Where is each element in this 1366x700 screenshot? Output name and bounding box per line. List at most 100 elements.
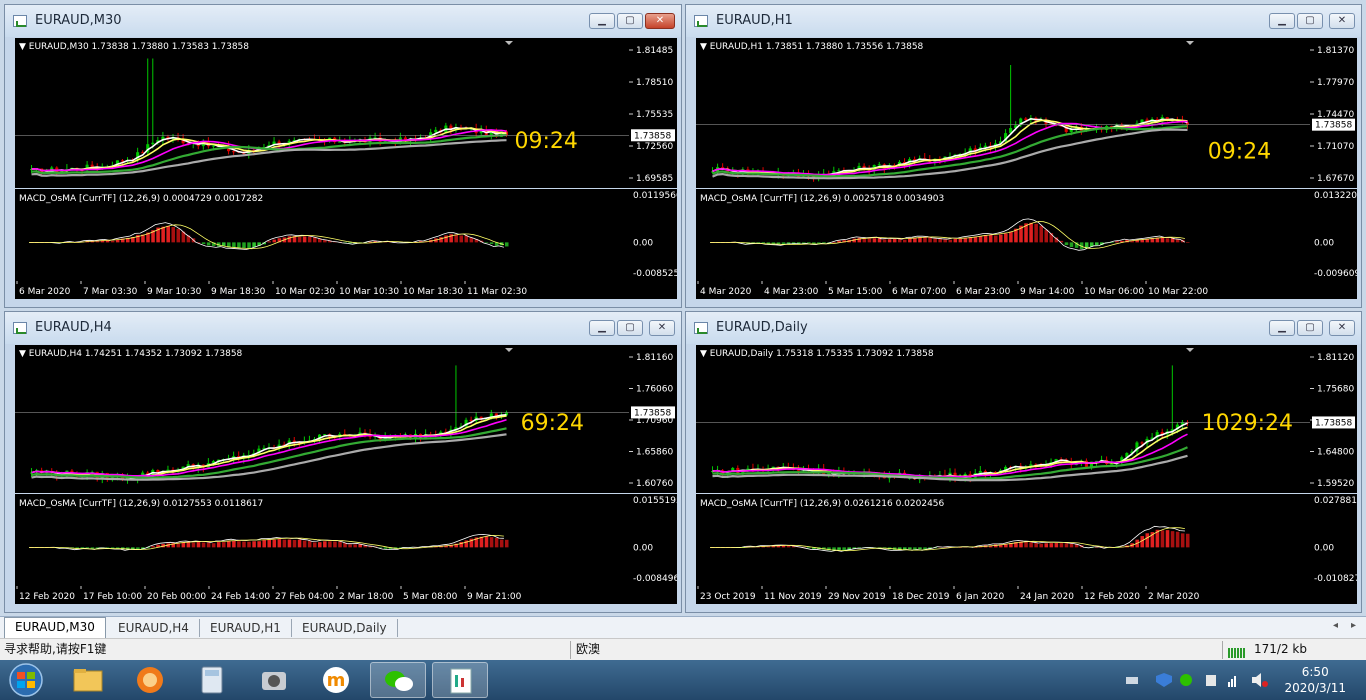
minimize-button[interactable]: ▁ xyxy=(1269,13,1295,29)
price-tick-label: 1.59520 xyxy=(1317,479,1354,489)
chart-shift-marker-icon xyxy=(505,41,513,45)
chart-window-m30[interactable]: EURAUD,M30 ▁ ▢ ✕ ▼ EURAUD,M30 1.73838 1.… xyxy=(4,4,682,308)
tab-euraud-h1[interactable]: EURAUD,H1 xyxy=(200,619,292,637)
time-tick-label: 9 Mar 21:00 xyxy=(467,592,522,602)
osma-histogram-bar xyxy=(978,235,983,243)
price-tick-label: 1.69585 xyxy=(636,174,673,184)
osma-histogram-bar xyxy=(191,542,196,548)
chart-window-h4[interactable]: EURAUD,H4 ▁ ▢ ✕ ▼ EURAUD,H4 1.74251 1.74… xyxy=(4,311,682,613)
indicator-tick-label: 0.0119566 xyxy=(633,191,677,201)
price-axis: 1.81370 1.77970 1.74470 1.71070 1.67670 1.738… xyxy=(1310,38,1357,188)
osma-histogram-bar xyxy=(262,540,266,548)
tab-euraud-m30[interactable]: EURAUD,M30 xyxy=(4,617,106,639)
time-axis: 4 Mar 2020 4 Mar 23:00 5 Mar 15:00 6 Mar 07… xyxy=(696,281,1357,299)
chart-window-daily[interactable]: EURAUD,Daily ▁ ▢ ✕ ▼ EURAUD,Daily 1.7531… xyxy=(685,311,1366,613)
osma-histogram-bar xyxy=(882,239,887,243)
osma-histogram-bar xyxy=(1185,242,1190,243)
price-tick-label: 1.77970 xyxy=(1317,78,1354,88)
osma-histogram-bar xyxy=(242,242,246,248)
osma-histogram-bar xyxy=(923,237,927,243)
minimize-button[interactable]: ▁ xyxy=(1269,320,1295,336)
tray-clock[interactable]: 6:50 2020/3/11 xyxy=(1284,664,1346,696)
time-tick-label: 18 Dec 2019 xyxy=(892,592,950,602)
minimize-button[interactable]: ▁ xyxy=(589,320,615,336)
time-tick-label: 29 Nov 2019 xyxy=(828,592,886,602)
close-button[interactable]: ✕ xyxy=(649,320,675,336)
osma-histogram-bar xyxy=(943,239,947,243)
wechat-icon[interactable] xyxy=(370,662,426,698)
candle-body xyxy=(232,151,236,153)
price-pane[interactable]: ▼ EURAUD,H4 1.74251 1.74352 1.73092 1.73… xyxy=(15,345,629,493)
osma-histogram-bar xyxy=(504,539,509,548)
osma-histogram-bar xyxy=(237,242,241,248)
time-tick-label: 10 Mar 10:30 xyxy=(339,287,399,297)
tab-euraud-daily[interactable]: EURAUD,Daily xyxy=(292,619,398,637)
osma-histogram-bar xyxy=(822,242,826,244)
time-tick-label: 9 Mar 10:30 xyxy=(147,287,202,297)
terminal-app: EURAUD,M30 ▁ ▢ ✕ ▼ EURAUD,M30 1.73838 1.… xyxy=(0,0,1366,700)
osma-histogram-bar xyxy=(181,542,186,548)
browser-icon[interactable] xyxy=(122,662,178,698)
osma-histogram-bar xyxy=(237,541,241,548)
osma-histogram-bar xyxy=(1034,543,1038,548)
file-explorer-icon[interactable] xyxy=(60,662,116,698)
osma-histogram-bar xyxy=(287,539,292,548)
osma-histogram-bar xyxy=(1095,242,1099,246)
osma-histogram-bar xyxy=(292,539,297,548)
indicator-pane[interactable]: MACD_OsMA [CurrTF] (12,26,9) 0.0025718 0… xyxy=(696,189,1310,281)
indicator-axis: 0.0119566 0.00 -0.008525 xyxy=(629,189,682,281)
price-pane[interactable]: ▼ EURAUD,Daily 1.75318 1.75335 1.73092 1… xyxy=(696,345,1310,493)
indicator-pane[interactable]: MACD_OsMA [CurrTF] (12,26,9) 0.0127553 0… xyxy=(15,494,629,586)
window-titlebar[interactable]: EURAUD,Daily ▁ ▢ ✕ xyxy=(686,312,1361,344)
indicator-pane[interactable]: MACD_OsMA [CurrTF] (12,26,9) 0.0261216 0… xyxy=(696,494,1310,586)
maximize-button[interactable]: ▢ xyxy=(1297,13,1323,29)
indicator-pane[interactable]: MACD_OsMA [CurrTF] (12,26,9) 0.0004729 0… xyxy=(15,189,629,281)
window-titlebar[interactable]: EURAUD,H4 ▁ ▢ ✕ xyxy=(5,312,681,344)
chart-shift-marker-icon xyxy=(1186,41,1194,45)
minimize-button[interactable]: ▁ xyxy=(589,13,615,29)
maximize-button[interactable]: ▢ xyxy=(1297,320,1323,336)
camera-app-icon[interactable] xyxy=(246,662,302,698)
close-button[interactable]: ✕ xyxy=(1329,320,1355,336)
close-button[interactable]: ✕ xyxy=(1329,13,1355,29)
candle-body xyxy=(837,170,841,172)
osma-histogram-bar xyxy=(908,547,912,550)
maximize-button[interactable]: ▢ xyxy=(617,320,643,336)
candle-body xyxy=(1024,118,1028,121)
indicator-axis: 0.0278811 0.00 -0.0108274 xyxy=(1310,494,1366,586)
tab-scroll-right-icon[interactable]: ▸ xyxy=(1351,620,1356,631)
price-tick-label: 1.81120 xyxy=(1317,353,1354,363)
m-app-icon[interactable]: m xyxy=(308,662,364,698)
chart-window-h1[interactable]: EURAUD,H1 ▁ ▢ ✕ ▼ EURAUD,H1 1.73851 1.73… xyxy=(685,4,1363,308)
maximize-button[interactable]: ▢ xyxy=(617,13,643,29)
price-pane[interactable]: ▼ EURAUD,H1 1.73851 1.73880 1.73556 1.73… xyxy=(696,38,1310,188)
chart-window-icon xyxy=(694,322,708,334)
price-tick-label: 1.78510 xyxy=(636,78,673,88)
osma-histogram-bar xyxy=(807,242,811,244)
calculator-icon[interactable] xyxy=(184,662,240,698)
osma-histogram-bar xyxy=(242,541,246,548)
osma-histogram-bar xyxy=(963,237,968,243)
osma-histogram-bar xyxy=(318,542,322,548)
osma-histogram-bar xyxy=(1165,238,1170,243)
osma-histogram-bar xyxy=(136,547,140,550)
start-button[interactable] xyxy=(2,661,50,699)
osma-histogram-bar xyxy=(1069,242,1074,247)
osma-histogram-bar xyxy=(227,541,231,548)
tab-scroll-left-icon[interactable]: ◂ xyxy=(1333,620,1338,631)
window-titlebar[interactable]: EURAUD,M30 ▁ ▢ ✕ xyxy=(5,5,681,37)
window-title: EURAUD,H1 xyxy=(716,13,793,28)
osma-histogram-bar xyxy=(333,541,337,548)
osma-histogram-bar xyxy=(1009,231,1013,243)
osma-histogram-bar xyxy=(151,546,155,548)
time-axis: 12 Feb 2020 17 Feb 10:00 20 Feb 00:00 24 Fe… xyxy=(15,586,677,604)
indicator-axis: 0.0132201 0.00 -0.009609 xyxy=(1310,189,1363,281)
price-pane[interactable]: ▼ EURAUD,M30 1.73838 1.73880 1.73583 1.7… xyxy=(15,38,629,188)
window-titlebar[interactable]: EURAUD,H1 ▁ ▢ ✕ xyxy=(686,5,1361,37)
mt4-terminal-icon[interactable] xyxy=(432,662,488,698)
osma-histogram-bar xyxy=(232,242,236,248)
system-tray xyxy=(1124,672,1274,688)
chart-header-text: ▼ EURAUD,M30 1.73838 1.73880 1.73583 1.7… xyxy=(19,42,249,52)
tab-euraud-h4[interactable]: EURAUD,H4 xyxy=(108,619,200,637)
close-button[interactable]: ✕ xyxy=(645,13,675,29)
